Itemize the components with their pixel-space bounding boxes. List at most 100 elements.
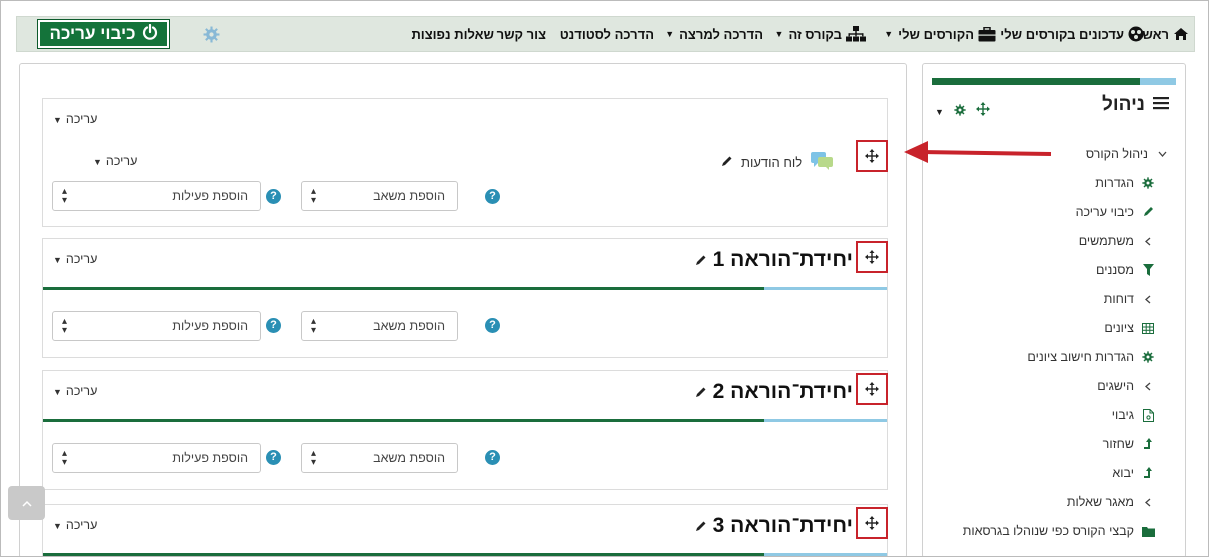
section-edit-menu[interactable]: עריכה▼: [53, 518, 97, 532]
sidebar-item-question-bank[interactable]: מאגר שאלות: [1067, 492, 1155, 512]
sidebar-item-label: הגדרות: [1095, 176, 1134, 190]
help-icon[interactable]: ?: [485, 450, 500, 465]
sidebar-item-legacy-files[interactable]: קבצי הקורס כפי שנוהלו בגרסאות: [963, 521, 1155, 541]
dashboard-icon: [1128, 26, 1144, 42]
help-icon[interactable]: ?: [485, 318, 500, 333]
move-icon[interactable]: [856, 507, 888, 539]
sidebar-item-badges[interactable]: הישגים: [1097, 376, 1155, 396]
sidebar-item-label: ניהול הקורס: [1085, 147, 1148, 161]
activity-edit-menu[interactable]: עריכה▼: [93, 154, 137, 168]
pencil-icon[interactable]: [695, 380, 707, 404]
nav-contact[interactable]: צור קשר: [497, 17, 546, 51]
sidebar-item-course-admin[interactable]: ניהול הקורס: [1086, 144, 1169, 164]
sidebar-item-grades[interactable]: ציונים: [1104, 318, 1155, 338]
help-icon[interactable]: ?: [266, 450, 281, 465]
nav-home[interactable]: ראשי: [1139, 17, 1190, 51]
sidebar-item-label: כיבוי עריכה: [1075, 205, 1134, 219]
sidebar-item-settings[interactable]: הגדרות: [1095, 173, 1155, 193]
course-section-3: עריכה▼ יחידת־הוראה 3: [42, 504, 888, 556]
page: כיבוי עריכה ראשי עדכונים בקורסים שלי הקו…: [0, 0, 1209, 557]
nav-contact-label: צור קשר: [496, 26, 546, 42]
add-activity-select[interactable]: הוספת פעילות ▴ ▾: [52, 311, 261, 341]
sidebar-item-reports[interactable]: דוחות: [1104, 289, 1155, 309]
briefcase-icon: [978, 26, 996, 42]
pencil-icon[interactable]: [695, 514, 707, 538]
edit-menu-label: עריכה: [105, 154, 138, 168]
nav-teacher-guide[interactable]: הדרכה למרצה ▼: [665, 17, 763, 51]
block-move-icon[interactable]: [975, 102, 990, 121]
sidebar-item-restore[interactable]: שחזור: [1103, 434, 1155, 454]
select-arrows-icon: ▴ ▾: [62, 316, 68, 336]
sidebar-item-label: הגדרות חישוב ציונים: [1027, 350, 1134, 364]
nav-my-courses-label: הקורסים שלי: [898, 26, 974, 42]
sidebar-item-users[interactable]: משתמשים: [1079, 231, 1155, 251]
caret-down-icon: ▼: [53, 521, 62, 531]
sidebar-item-label: מסננים: [1096, 263, 1134, 277]
select-arrows-icon: ▴ ▾: [62, 186, 68, 206]
section-title-text: יחידת־הוראה 1: [712, 248, 853, 271]
section-title: יחידת־הוראה 3: [695, 514, 853, 538]
section-edit-menu[interactable]: עריכה▼: [53, 384, 97, 398]
course-section-general: עריכה▼ עריכה▼ לוח הודעות ? הוספת משאב ▴ ▾ …: [42, 98, 888, 227]
edit-menu-label: עריכה: [65, 112, 98, 126]
activity-forum[interactable]: לוח הודעות: [721, 151, 834, 174]
sidebar-item-backup[interactable]: גיבוי: [1112, 405, 1155, 425]
section-divider-bar: [43, 553, 887, 556]
top-navbar: כיבוי עריכה ראשי עדכונים בקורסים שלי הקו…: [16, 16, 1195, 52]
add-resource-select[interactable]: הוספת משאב ▴ ▾: [301, 311, 458, 341]
edit-title-pencil-icon[interactable]: [721, 155, 733, 170]
help-icon[interactable]: ?: [266, 318, 281, 333]
section-title: יחידת־הוראה 1: [695, 248, 853, 272]
add-resource-select[interactable]: הוספת משאב ▴ ▾: [301, 181, 458, 211]
course-section-2: עריכה▼ יחידת־הוראה 2 ? הוספת משאב ▴ ▾ ? הו…: [42, 370, 888, 490]
upload-icon: [1141, 467, 1155, 479]
nav-this-course[interactable]: בקורס זה ▼: [775, 17, 866, 51]
admin-block: ניהול ▼ ניהול הקורס הגדרות כיבוי עריכה מ…: [922, 63, 1186, 556]
move-icon[interactable]: [856, 140, 888, 172]
nav-student-guide[interactable]: הדרכה לסטודנט: [560, 17, 654, 51]
nav-my-courses[interactable]: הקורסים שלי ▼: [884, 17, 996, 51]
scroll-to-top-button[interactable]: [8, 486, 45, 520]
chevron-left-icon: [1141, 382, 1155, 391]
nav-faq-label: שאלות נפוצות: [411, 26, 494, 42]
edit-menu-label: עריכה: [65, 518, 98, 532]
help-icon[interactable]: ?: [485, 189, 500, 204]
course-section-1: עריכה▼ יחידת־הוראה 1 ? הוספת משאב ▴ ▾ ? הו…: [42, 238, 888, 358]
sidebar-item-import[interactable]: יבוא: [1112, 463, 1155, 483]
home-icon: [1173, 27, 1189, 41]
add-activity-label: הוספת פעילות: [172, 189, 248, 203]
sidebar-item-edit-off[interactable]: כיבוי עריכה: [1076, 202, 1155, 222]
pencil-icon[interactable]: [695, 248, 707, 272]
add-activity-select[interactable]: הוספת פעילות ▴ ▾: [52, 181, 261, 211]
move-icon[interactable]: [856, 373, 888, 405]
power-icon: [142, 23, 158, 45]
chevron-up-icon: [21, 494, 32, 512]
block-settings-gear-icon[interactable]: [954, 103, 966, 121]
forum-icon: [810, 151, 834, 174]
block-title-text: ניהול: [1102, 94, 1145, 115]
sidebar-item-filters[interactable]: מסננים: [1096, 260, 1155, 280]
sidebar-item-label: דוחות: [1103, 292, 1134, 306]
nav-faq[interactable]: שאלות נפוצות: [411, 17, 494, 51]
add-activity-select[interactable]: הוספת פעילות ▴ ▾: [52, 443, 261, 473]
add-resource-select[interactable]: הוספת משאב ▴ ▾: [301, 443, 458, 473]
forum-label: לוח הודעות: [741, 155, 803, 170]
edit-menu-label: עריכה: [65, 384, 98, 398]
folder-icon: [1141, 526, 1155, 537]
section-edit-menu[interactable]: עריכה▼: [53, 252, 97, 266]
edit-mode-toggle-button[interactable]: כיבוי עריכה: [37, 19, 170, 49]
add-activity-label: הוספת פעילות: [172, 319, 248, 333]
sitemap-icon: [846, 26, 866, 42]
sidebar-item-grade-calc-settings[interactable]: הגדרות חישוב ציונים: [1027, 347, 1155, 367]
block-actions-caret-icon[interactable]: ▼: [935, 107, 944, 117]
hamburger-icon: [1153, 94, 1169, 116]
section-edit-menu[interactable]: עריכה▼: [53, 112, 97, 126]
section-divider-bar: [43, 419, 887, 422]
sidebar-item-label: שחזור: [1102, 437, 1134, 451]
edit-menu-label: עריכה: [65, 252, 98, 266]
settings-gear-icon[interactable]: [203, 26, 220, 46]
move-icon[interactable]: [856, 241, 888, 273]
caret-down-icon: ▼: [53, 387, 62, 397]
nav-updates[interactable]: עדכונים בקורסים שלי: [1000, 17, 1144, 51]
help-icon[interactable]: ?: [266, 189, 281, 204]
